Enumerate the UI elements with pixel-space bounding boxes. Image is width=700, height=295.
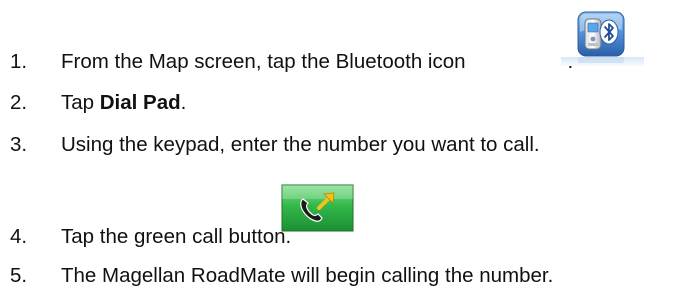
step-text-prefix: Tap — [61, 90, 100, 114]
step-text: Tap Dial Pad . — [61, 90, 187, 114]
step-text: Tap the green call button. — [61, 224, 292, 248]
step-text: The Magellan RoadMate will begin calling… — [61, 263, 554, 287]
step-number: 3. — [10, 132, 28, 156]
step-text-suffix: . — [180, 90, 187, 114]
step-text: Using the keypad, enter the number you w… — [61, 132, 540, 156]
step-text-main: From the Map screen, tap the Bluetooth i… — [61, 49, 466, 73]
step-number: 1. — [10, 49, 28, 73]
step-number: 5. — [10, 263, 28, 287]
dial-pad-label: Dial Pad — [99, 90, 181, 114]
step-number: 2. — [10, 90, 28, 114]
step-text: From the Map screen, tap the Bluetooth i… — [61, 49, 573, 73]
bluetooth-phone-icon — [561, 10, 644, 66]
green-call-button-icon — [281, 184, 354, 232]
step-number: 4. — [10, 224, 28, 248]
